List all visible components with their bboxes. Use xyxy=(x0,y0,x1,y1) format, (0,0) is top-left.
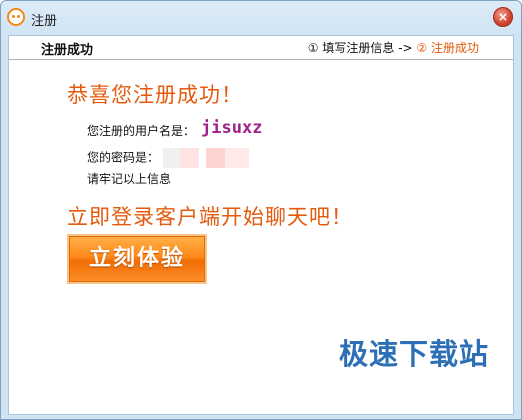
page-title: 注册成功 xyxy=(41,43,94,58)
username-label: 您注册的用户名是： xyxy=(87,124,196,138)
close-button[interactable]: × xyxy=(493,7,513,27)
congrats-heading: 恭喜您注册成功！ xyxy=(67,83,243,107)
step-1-label: ① 填写注册信息 xyxy=(307,41,395,55)
username-value: jisuxz xyxy=(201,118,263,138)
step-2-label: ② 注册成功 xyxy=(416,41,479,55)
header-bar: 注册成功 ① 填写注册信息 -> ② 注册成功 xyxy=(9,36,513,60)
password-label: 您的密码是： xyxy=(87,150,160,165)
remember-notice: 请牢记以上信息 xyxy=(87,172,172,186)
step-arrow: -> xyxy=(398,41,413,55)
try-now-button[interactable]: 立刻体验 xyxy=(67,234,207,284)
title-bar[interactable]: 注册 × xyxy=(1,1,521,35)
password-masked-value xyxy=(163,148,250,168)
app-logo-icon xyxy=(7,8,25,26)
username-row: 您注册的用户名是： jisuxz xyxy=(87,118,263,140)
register-window: 注册 × 注册成功 ① 填写注册信息 -> ② 注册成功 恭喜您注册成功！ 您注… xyxy=(0,0,522,420)
login-prompt: 立即登录客户端开始聊天吧！ xyxy=(67,205,353,229)
password-row: 您的密码是： xyxy=(87,148,250,168)
window-title: 注册 xyxy=(31,14,58,29)
step-indicator: ① 填写注册信息 -> ② 注册成功 xyxy=(308,39,479,56)
watermark-logo: 极速下载站 xyxy=(339,337,490,371)
